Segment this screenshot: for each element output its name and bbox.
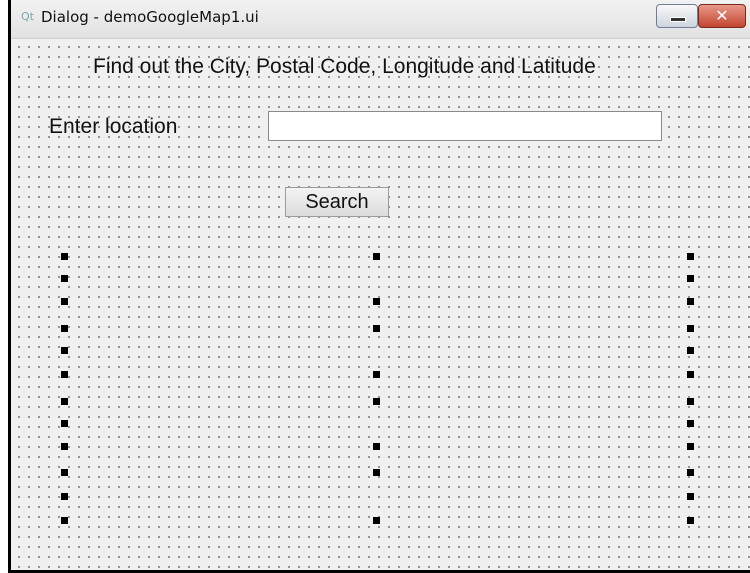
layout-marker — [373, 517, 380, 524]
layout-marker — [687, 253, 694, 260]
close-icon: ✕ — [715, 6, 729, 25]
layout-marker — [687, 420, 694, 427]
layout-marker — [373, 469, 380, 476]
layout-marker — [373, 443, 380, 450]
layout-marker — [373, 398, 380, 405]
layout-marker — [687, 398, 694, 405]
search-button[interactable]: Search — [285, 187, 389, 217]
layout-marker — [373, 298, 380, 305]
layout-marker — [61, 420, 68, 427]
minimize-icon — [670, 17, 686, 22]
layout-marker — [687, 371, 694, 378]
layout-marker — [61, 469, 68, 476]
location-label: Enter location — [49, 115, 178, 138]
heading-label: Find out the City, Postal Code, Longitud… — [93, 55, 596, 78]
layout-marker — [61, 275, 68, 282]
minimize-button[interactable] — [656, 4, 698, 28]
layout-marker — [61, 298, 68, 305]
layout-marker — [61, 517, 68, 524]
window-title: Dialog - demoGoogleMap1.ui — [41, 8, 259, 26]
layout-marker — [61, 325, 68, 332]
dialog-window: Qt Dialog - demoGoogleMap1.ui ✕ Find out… — [8, 0, 750, 573]
location-input[interactable] — [268, 111, 662, 141]
layout-marker — [373, 371, 380, 378]
layout-marker — [61, 398, 68, 405]
title-bar[interactable]: Qt Dialog - demoGoogleMap1.ui ✕ — [11, 0, 750, 39]
layout-marker — [373, 253, 380, 260]
form-canvas: Find out the City, Postal Code, Longitud… — [11, 39, 750, 570]
layout-marker — [687, 325, 694, 332]
layout-marker — [61, 493, 68, 500]
layout-marker — [687, 298, 694, 305]
layout-marker — [687, 443, 694, 450]
layout-marker — [687, 493, 694, 500]
layout-marker — [61, 443, 68, 450]
layout-marker — [61, 253, 68, 260]
layout-marker — [61, 347, 68, 354]
qt-icon: Qt — [21, 10, 34, 23]
layout-marker — [687, 347, 694, 354]
layout-marker — [687, 275, 694, 282]
layout-marker — [687, 517, 694, 524]
layout-marker — [61, 371, 68, 378]
layout-marker — [687, 469, 694, 476]
close-button[interactable]: ✕ — [698, 4, 746, 28]
layout-marker — [373, 325, 380, 332]
